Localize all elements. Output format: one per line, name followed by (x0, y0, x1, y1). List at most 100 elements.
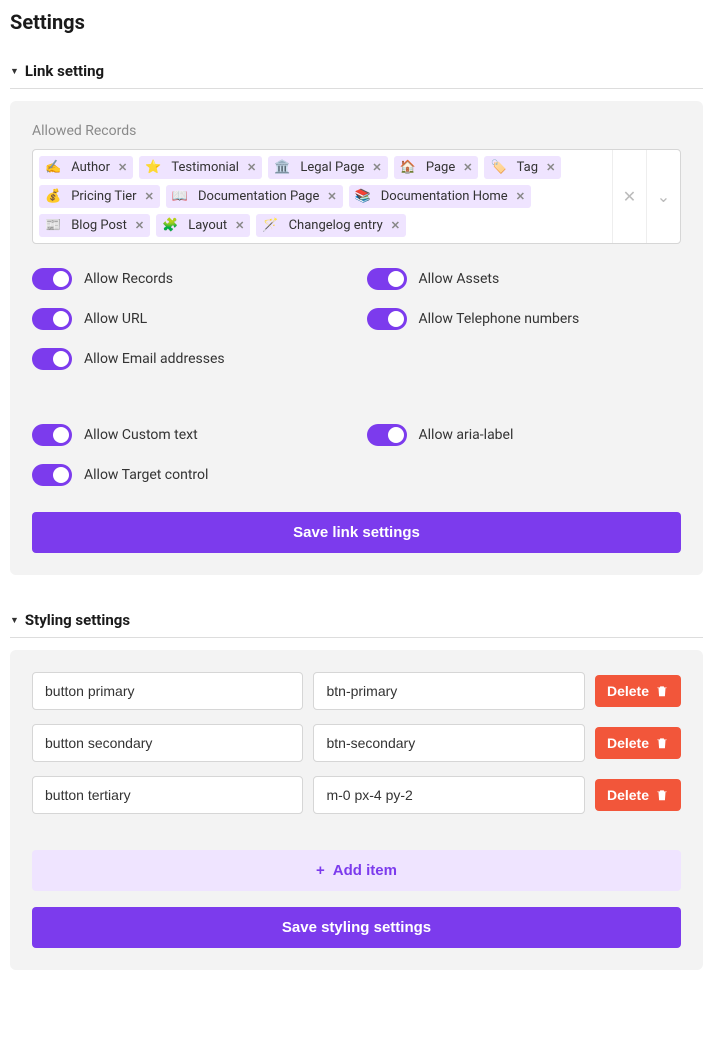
toggle-label-target-control: Allow Target control (84, 467, 208, 483)
delete-label: Delete (607, 683, 649, 699)
record-tag: 🏠Page✕ (394, 156, 479, 179)
toggle-label-url: Allow URL (84, 311, 147, 327)
toggle-allow-assets[interactable] (367, 268, 407, 290)
style-row: Delete (32, 672, 681, 710)
clear-all-icon[interactable]: ✕ (612, 150, 646, 243)
page-title: Settings (10, 10, 703, 34)
trash-icon (655, 684, 669, 698)
tag-emoji-icon: 🏷️ (490, 160, 506, 175)
record-tag: ⭐ Testimonial ✕ (139, 156, 262, 179)
add-item-label: Add item (333, 862, 397, 879)
record-tag: 📖 Documentation Page ✕ (166, 185, 343, 208)
save-link-settings-button[interactable]: Save link settings (32, 512, 681, 553)
tag-emoji-icon: 🏠 (400, 160, 416, 175)
delete-button[interactable]: Delete (595, 727, 681, 759)
trash-icon (655, 788, 669, 802)
section-header-link[interactable]: ▼ Link setting (10, 54, 703, 89)
style-row: Delete (32, 776, 681, 814)
delete-label: Delete (607, 735, 649, 751)
chevron-down-icon: ▼ (10, 615, 19, 626)
tag-label: Documentation Home (381, 189, 508, 204)
toggle-row-aria-label: Allow aria-label (367, 424, 682, 446)
delete-label: Delete (607, 787, 649, 803)
toggle-label-custom-text: Allow Custom text (84, 427, 198, 443)
record-tag: ✍️ Author ✕ (39, 156, 133, 179)
toggle-row-target-control: Allow Target control (32, 464, 681, 486)
remove-tag-icon[interactable]: ✕ (235, 220, 244, 231)
style-rows: Delete Delete Delete (32, 672, 681, 814)
record-tag: 🪄 Changelog entry ✕ (256, 214, 406, 237)
toggle-allow-url[interactable] (32, 308, 72, 330)
toggle-label-records: Allow Records (84, 271, 173, 287)
record-tag: 🧩Layout✕ (156, 214, 250, 237)
tag-emoji-icon: ⭐ (145, 160, 161, 175)
toggle-row-custom-text: Allow Custom text (32, 424, 347, 446)
remove-tag-icon[interactable]: ✕ (118, 162, 127, 173)
remove-tag-icon[interactable]: ✕ (247, 162, 256, 173)
section-title-styling: Styling settings (25, 611, 130, 629)
tag-emoji-icon: 📚 (355, 189, 371, 204)
toggle-label-telephone: Allow Telephone numbers (419, 311, 580, 327)
section-header-styling[interactable]: ▼ Styling settings (10, 603, 703, 638)
style-value-input[interactable] (313, 724, 584, 762)
style-value-input[interactable] (313, 776, 584, 814)
tag-label: Documentation Page (198, 189, 319, 204)
style-name-input[interactable] (32, 672, 303, 710)
remove-tag-icon[interactable]: ✕ (463, 162, 472, 173)
allowed-records-select[interactable]: ✍️Author✕⭐Testimonial✕🏛️Legal Page✕🏠Page… (32, 149, 681, 244)
remove-tag-icon[interactable]: ✕ (391, 220, 400, 231)
tag-label: Testimonial (171, 160, 239, 175)
toggle-allow-records[interactable] (32, 268, 72, 290)
style-name-input[interactable] (32, 724, 303, 762)
tag-emoji-icon: ✍️ (45, 160, 61, 175)
style-value-input[interactable] (313, 672, 584, 710)
chevron-down-icon[interactable]: ⌄ (646, 150, 680, 243)
add-item-button[interactable]: + Add item (32, 850, 681, 891)
tag-emoji-icon: 📖 (172, 189, 188, 204)
tag-emoji-icon: 📰 (45, 218, 61, 233)
remove-tag-icon[interactable]: ✕ (516, 191, 525, 202)
tag-emoji-icon: 💰 (45, 189, 61, 204)
record-tag: 💰 Pricing Tier ✕ (39, 185, 160, 208)
tag-label: Layout (188, 218, 227, 233)
tag-emoji-icon: 🏛️ (274, 160, 290, 175)
toggle-allow-telephone[interactable] (367, 308, 407, 330)
toggle-allow-email[interactable] (32, 348, 72, 370)
toggle-row-assets: Allow Assets (367, 268, 682, 290)
tag-label: Author (71, 160, 110, 175)
allowed-records-label: Allowed Records (32, 123, 681, 139)
trash-icon (655, 736, 669, 750)
styling-settings-panel: Delete Delete Delete + Add item Save styli… (10, 650, 703, 970)
tag-emoji-icon: 🪄 (262, 218, 278, 233)
remove-tag-icon[interactable]: ✕ (372, 162, 381, 173)
save-styling-settings-button[interactable]: Save styling settings (32, 907, 681, 948)
tag-label: Changelog entry (289, 218, 383, 233)
remove-tag-icon[interactable]: ✕ (327, 191, 336, 202)
tag-label: Legal Page (300, 160, 364, 175)
toggle-label-assets: Allow Assets (419, 271, 500, 287)
tag-label: Pricing Tier (71, 189, 136, 204)
tag-label: Blog Post (71, 218, 127, 233)
toggle-allow-aria-label[interactable] (367, 424, 407, 446)
record-tag: 🏷️ Tag ✕ (484, 156, 561, 179)
toggle-label-aria-label: Allow aria-label (419, 427, 514, 443)
toggle-allow-custom-text[interactable] (32, 424, 72, 446)
style-name-input[interactable] (32, 776, 303, 814)
remove-tag-icon[interactable]: ✕ (135, 220, 144, 231)
tag-label: Tag (517, 160, 538, 175)
style-row: Delete (32, 724, 681, 762)
toggle-row-telephone: Allow Telephone numbers (367, 308, 682, 330)
tags-area: ✍️Author✕⭐Testimonial✕🏛️Legal Page✕🏠Page… (33, 150, 612, 243)
remove-tag-icon[interactable]: ✕ (546, 162, 555, 173)
section-title-link: Link setting (25, 62, 104, 80)
plus-icon: + (316, 862, 325, 879)
remove-tag-icon[interactable]: ✕ (145, 191, 154, 202)
delete-button[interactable]: Delete (595, 675, 681, 707)
toggles-grid: Allow Records Allow Assets Allow URL All… (32, 268, 681, 486)
toggle-row-records: Allow Records (32, 268, 347, 290)
chevron-down-icon: ▼ (10, 66, 19, 77)
delete-button[interactable]: Delete (595, 779, 681, 811)
spacer (32, 388, 681, 406)
multiselect-controls: ✕ ⌄ (612, 150, 680, 243)
toggle-allow-target-control[interactable] (32, 464, 72, 486)
